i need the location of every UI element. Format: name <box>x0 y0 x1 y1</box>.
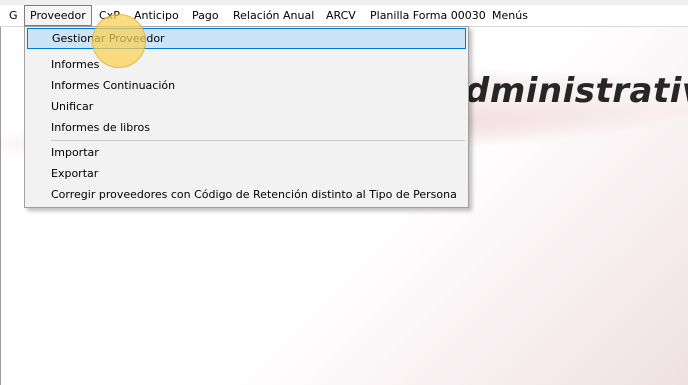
menuitem-unificar[interactable]: Unificar <box>27 96 466 117</box>
menuitem-informes[interactable]: Informes <box>27 54 466 75</box>
menuitem-exportar[interactable]: Exportar <box>27 163 466 184</box>
menuitem-label: Gestionar Proveedor <box>52 32 165 45</box>
menuitem-informes-continuacion[interactable]: Informes Continuación <box>27 75 466 96</box>
menu-planilla-forma[interactable]: Planilla Forma 00030 <box>365 5 491 26</box>
menuitem-gestionar-proveedor[interactable]: Gestionar Proveedor <box>27 28 466 49</box>
menuitem-informes-de-libros[interactable]: Informes de libros <box>27 117 466 138</box>
menu-cxp-label: CxP <box>99 9 120 22</box>
menu-anticipo[interactable]: Anticipo <box>129 5 184 26</box>
menu-separator <box>51 140 465 141</box>
menu-cxp[interactable]: CxP <box>94 5 125 26</box>
menuitem-importar[interactable]: Importar <box>27 142 466 163</box>
menu-g[interactable]: G <box>4 5 23 26</box>
menu-pago-label: Pago <box>192 9 219 22</box>
menu-pago[interactable]: Pago <box>187 5 224 26</box>
menu-relacion-anual[interactable]: Relación Anual <box>228 5 319 26</box>
menuitem-label: Corregir proveedores con Código de Reten… <box>51 188 457 201</box>
menuitem-label: Informes <box>51 58 100 71</box>
menu-arcv[interactable]: ARCV <box>321 5 361 26</box>
menuitem-label: Informes de libros <box>51 121 150 134</box>
menu-anticipo-label: Anticipo <box>134 9 179 22</box>
menuitem-corregir-proveedores[interactable]: Corregir proveedores con Código de Reten… <box>27 184 466 205</box>
proveedor-dropdown-menu: Gestionar Proveedor Informes Informes Co… <box>24 26 469 208</box>
menu-relacion-anual-label: Relación Anual <box>233 9 315 22</box>
menu-g-label: G <box>9 9 18 22</box>
menu-menus[interactable]: Menús <box>487 5 533 26</box>
menu-proveedor-label: Proveedor <box>30 9 86 22</box>
background-banner-text: dministrativ <box>465 71 688 111</box>
menuitem-label: Informes Continuación <box>51 79 176 92</box>
menu-proveedor[interactable]: Proveedor <box>24 5 92 26</box>
menu-arcv-label: ARCV <box>326 9 356 22</box>
menuitem-label: Importar <box>51 146 99 159</box>
menu-planilla-forma-label: Planilla Forma 00030 <box>370 9 486 22</box>
menuitem-label: Unificar <box>51 100 94 113</box>
menuitem-label: Exportar <box>51 167 99 180</box>
menu-bar: G Proveedor CxP Anticipo Pago Relación A… <box>0 5 688 27</box>
menu-menus-label: Menús <box>492 9 528 22</box>
